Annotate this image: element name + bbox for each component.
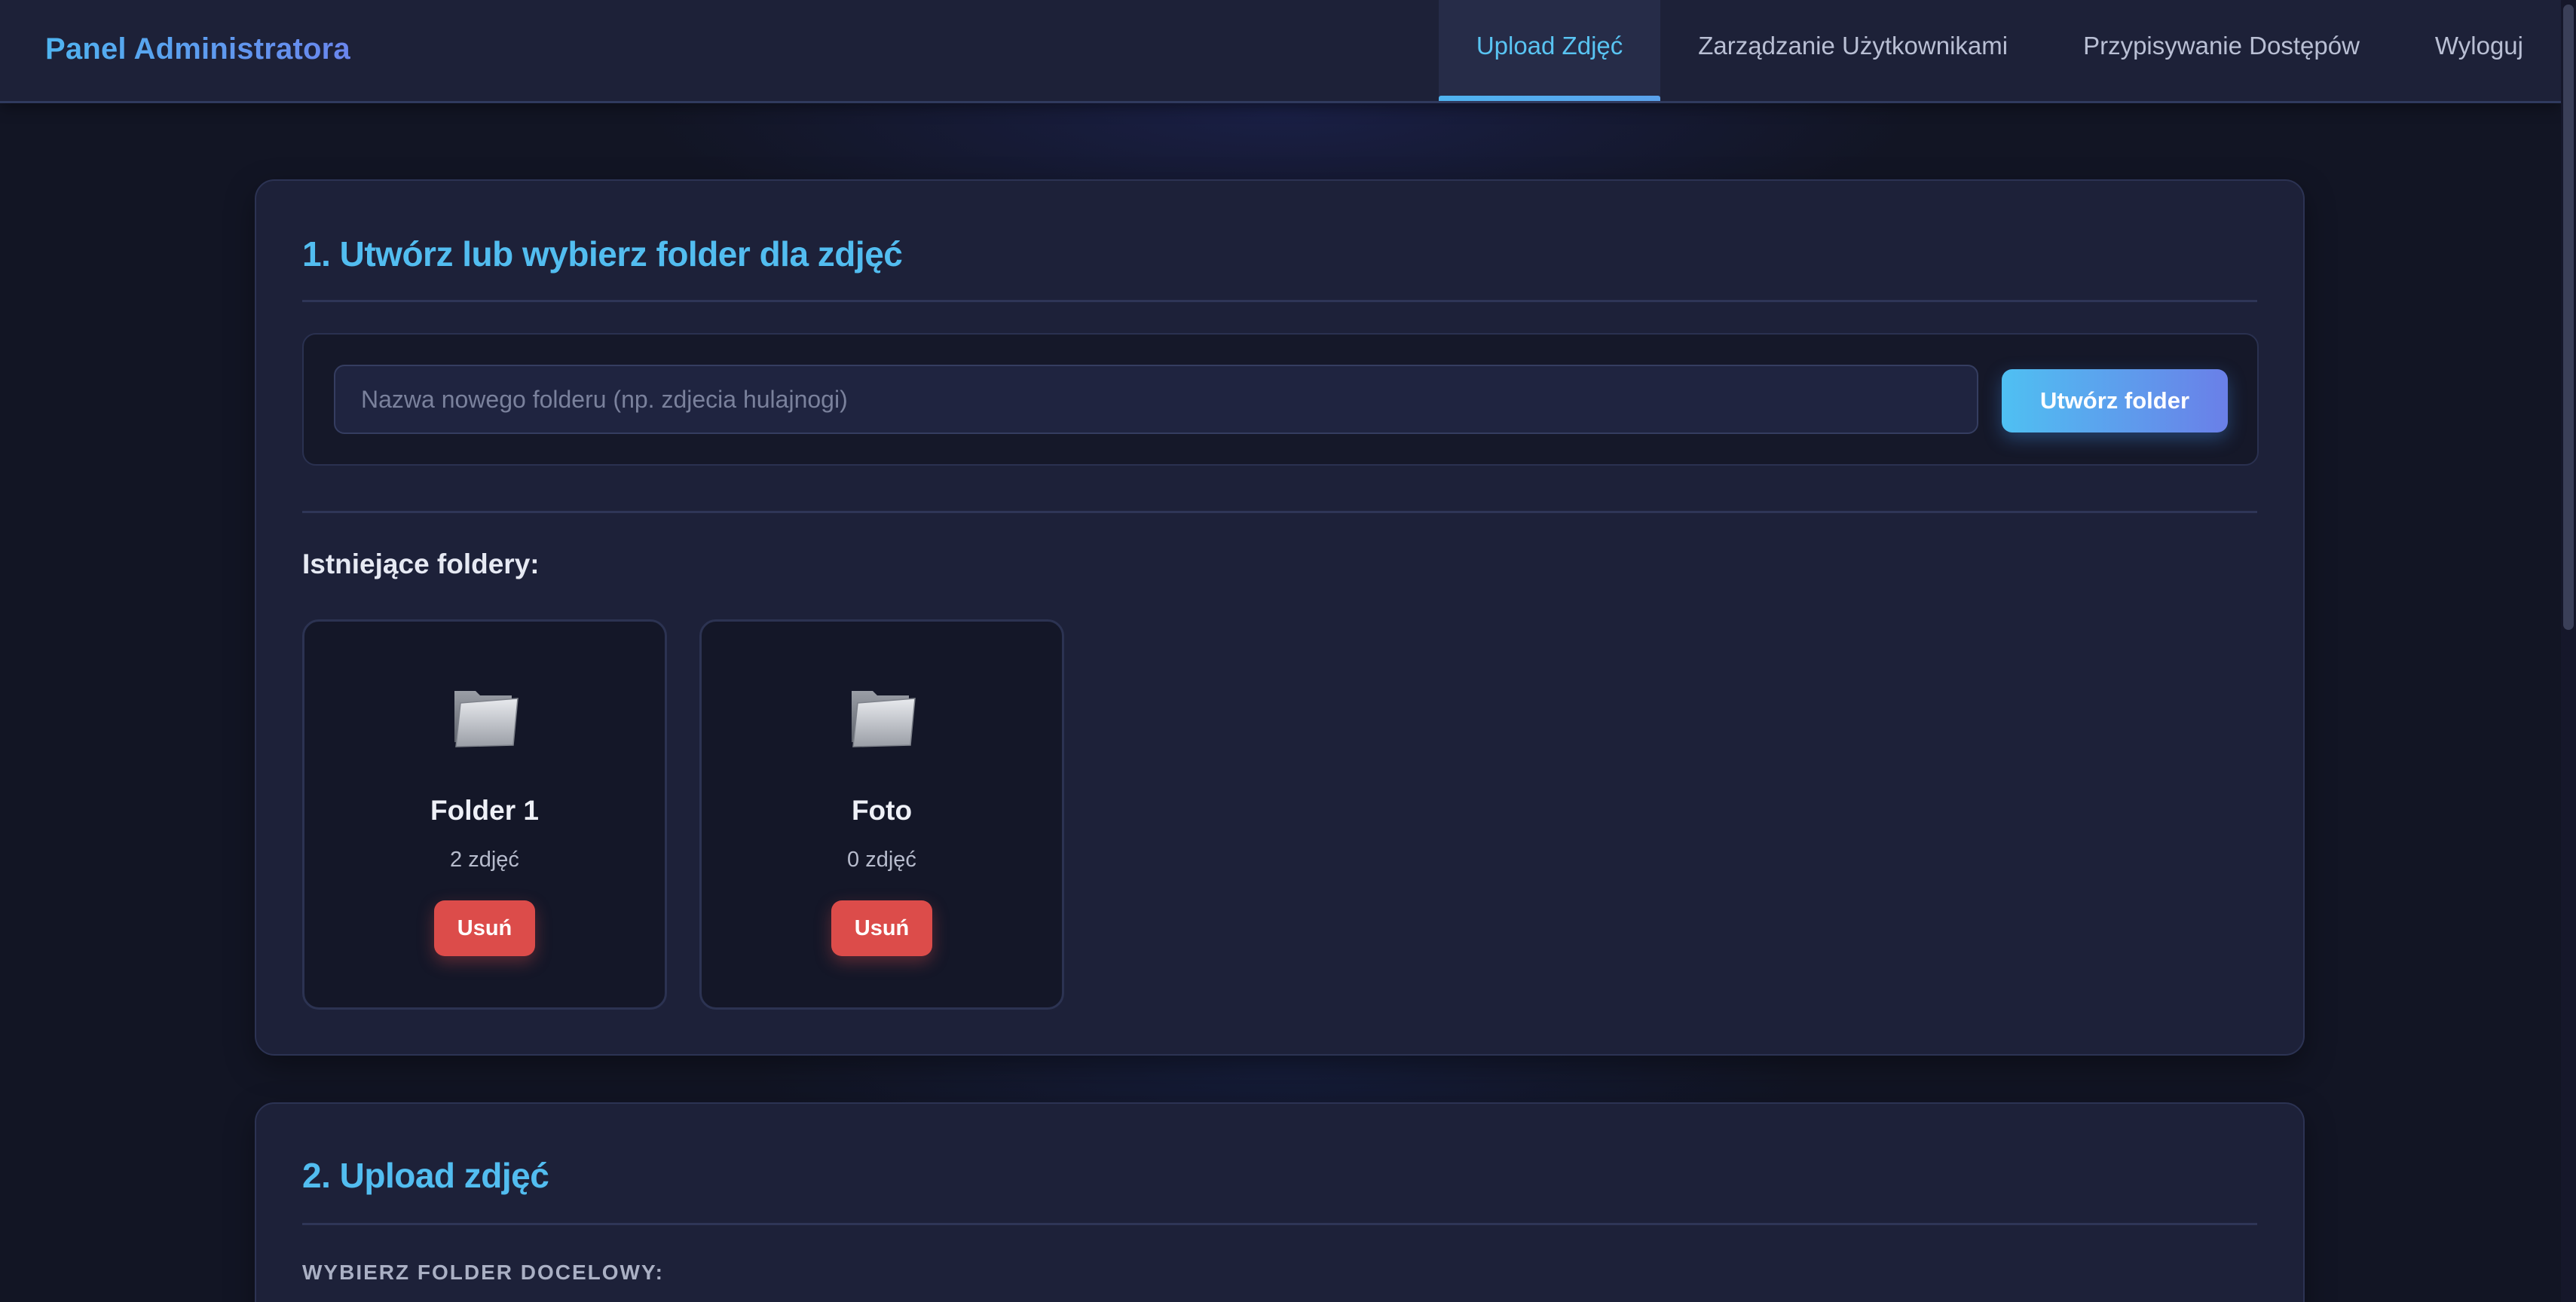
section-divider (302, 1223, 2257, 1225)
delete-folder-button[interactable]: Usuń (831, 900, 932, 956)
page-scrollbar[interactable] (2561, 0, 2576, 1302)
folder-icon (852, 691, 916, 747)
upload-section-title: 2. Upload zdjęć (302, 1156, 549, 1195)
section-divider (302, 511, 2257, 513)
folder-card[interactable]: Foto 0 zdjęć Usuń (699, 619, 1064, 1010)
top-navigation-bar: Panel Administratora Upload Zdjęć Zarząd… (0, 0, 2561, 103)
folder-section-card: 1. Utwórz lub wybierz folder dla zdjęć U… (255, 179, 2305, 1056)
nav-tab-upload-photos[interactable]: Upload Zdjęć (1438, 0, 1661, 101)
nav-tab-access-assignment[interactable]: Przypisywanie Dostępów (2045, 0, 2397, 101)
create-folder-button[interactable]: Utwórz folder (2002, 369, 2228, 432)
create-folder-box: Utwórz folder (302, 333, 2259, 466)
folder-name: Folder 1 (430, 795, 539, 826)
folder-photo-count: 0 zdjęć (847, 848, 916, 872)
folder-name: Foto (851, 795, 913, 826)
main-nav: Upload Zdjęć Zarządzanie Użytkownikami P… (1438, 0, 2561, 101)
existing-folders-label: Istniejące foldery: (302, 549, 540, 579)
nav-logout[interactable]: Wyloguj (2397, 0, 2561, 101)
target-folder-label: WYBIERZ FOLDER DOCELOWY: (302, 1261, 664, 1284)
upload-section-card: 2. Upload zdjęć WYBIERZ FOLDER DOCELOWY: (255, 1102, 2305, 1302)
new-folder-name-input[interactable] (334, 365, 1978, 434)
section-divider (302, 300, 2257, 302)
app-title: Panel Administratora (45, 0, 350, 98)
scrollbar-thumb[interactable] (2563, 5, 2574, 630)
folder-card[interactable]: Folder 1 2 zdjęć Usuń (302, 619, 667, 1010)
delete-folder-button[interactable]: Usuń (434, 900, 535, 956)
folder-photo-count: 2 zdjęć (450, 848, 519, 872)
folder-icon (454, 691, 519, 747)
folder-section-title: 1. Utwórz lub wybierz folder dla zdjęć (302, 234, 903, 274)
nav-tab-user-management[interactable]: Zarządzanie Użytkownikami (1660, 0, 2045, 101)
